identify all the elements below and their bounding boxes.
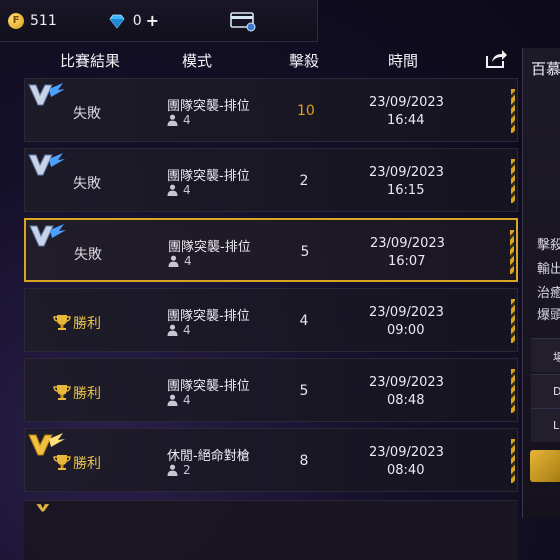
match-time: 08:40 [387, 463, 425, 478]
match-row[interactable]: 失敗 團隊突襲-排位 4 2 23/09/2023 16:15 [24, 148, 518, 212]
team-size: 4 [167, 323, 191, 337]
match-mode: 休閒-絕命對槍 [167, 449, 250, 464]
match-result: 失敗 [73, 106, 101, 122]
person-icon [167, 184, 178, 196]
match-kills: 8 [299, 453, 309, 469]
gold-coin-icon: F [8, 12, 24, 29]
match-date: 23/09/2023 [370, 236, 445, 251]
row-accent-stripe [510, 230, 514, 274]
column-kills: 擊殺 [289, 51, 320, 70]
trophy-icon [53, 315, 71, 330]
row-accent-stripe [511, 159, 515, 203]
stat-kills-label: 擊殺 [537, 238, 560, 253]
match-kills: 4 [299, 313, 309, 329]
stat-headshot-label: 爆頭 [537, 308, 560, 323]
panel-row-1: 場 [531, 338, 560, 372]
row-accent-stripe [511, 439, 515, 483]
match-result: 勝利 [73, 316, 101, 332]
team-size: 2 [167, 463, 191, 477]
panel-action-button[interactable] [530, 450, 560, 482]
person-icon [167, 114, 178, 126]
team-size: 4 [167, 393, 191, 407]
match-row[interactable]: 失敗 團隊突襲-排位 4 5 23/09/2023 16:07 [24, 218, 518, 282]
person-icon [167, 394, 178, 406]
currency-bar: F 511 0 + [0, 0, 318, 42]
match-date: 23/09/2023 [369, 95, 444, 110]
match-detail-panel: 百慕 擊殺 輸出 治癒 爆頭 場 D L [522, 48, 560, 518]
panel-row-2: D [531, 374, 560, 408]
match-time: 16:07 [388, 254, 426, 269]
match-result: 失敗 [74, 247, 102, 263]
match-result: 失敗 [73, 176, 101, 192]
row-accent-stripe [511, 89, 515, 133]
match-time: 16:15 [387, 183, 425, 198]
team-size-value: 4 [184, 254, 192, 268]
person-icon [168, 255, 179, 267]
team-size-value: 4 [183, 113, 191, 127]
team-size: 4 [168, 254, 192, 268]
match-result: 勝利 [73, 456, 101, 472]
match-mode: 團隊突襲-排位 [167, 309, 250, 324]
match-mode: 團隊突襲-排位 [167, 169, 250, 184]
silver-rank-badge-icon [29, 224, 66, 247]
team-size: 4 [167, 183, 191, 197]
match-kills: 2 [299, 173, 309, 189]
rank-badge-icon [36, 504, 50, 512]
match-date: 23/09/2023 [369, 375, 444, 390]
card-icon[interactable] [229, 10, 257, 32]
match-date: 23/09/2023 [369, 445, 444, 460]
stat-damage-label: 輸出 [537, 262, 560, 277]
match-row[interactable]: 勝利 休閒-絕命對槍 2 8 23/09/2023 08:40 [24, 428, 518, 492]
stat-heal-label: 治癒 [537, 286, 560, 301]
list-item-partial[interactable] [24, 500, 518, 560]
row-accent-stripe [511, 299, 515, 343]
match-date: 23/09/2023 [369, 305, 444, 320]
match-kills: 5 [299, 383, 309, 399]
silver-rank-badge-icon [28, 153, 65, 176]
team-size-value: 4 [183, 393, 191, 407]
match-kills: 5 [300, 244, 310, 260]
row-accent-stripe [511, 369, 515, 413]
trophy-icon [53, 385, 71, 400]
silver-rank-badge-icon [28, 83, 65, 106]
match-date: 23/09/2023 [369, 165, 444, 180]
match-result: 勝利 [73, 386, 101, 402]
diamond-icon [109, 14, 125, 29]
person-icon [167, 324, 178, 336]
share-icon[interactable] [484, 48, 508, 70]
match-row[interactable]: 勝利 團隊突襲-排位 4 4 23/09/2023 09:00 [24, 288, 518, 352]
diamond-balance: 0 [132, 12, 142, 29]
person-icon [167, 464, 178, 476]
panel-row-3: L [531, 408, 560, 442]
match-row[interactable]: 失敗 團隊突襲-排位 4 10 23/09/2023 16:44 [24, 78, 518, 142]
column-result: 比賽結果 [60, 51, 121, 70]
match-time: 16:44 [387, 113, 425, 128]
coin-balance: 511 [30, 12, 57, 29]
match-kills: 10 [297, 103, 315, 119]
team-size-value: 4 [183, 323, 191, 337]
column-mode: 模式 [182, 51, 213, 70]
panel-title: 百慕 [531, 60, 560, 78]
team-size-value: 2 [183, 463, 191, 477]
match-mode: 團隊突襲-排位 [167, 379, 250, 394]
match-mode: 團隊突襲-排位 [167, 99, 250, 114]
trophy-icon [53, 455, 71, 470]
match-row[interactable]: 勝利 團隊突襲-排位 4 5 23/09/2023 08:48 [24, 358, 518, 422]
add-diamonds-button[interactable]: + [146, 11, 159, 30]
match-time: 08:48 [387, 393, 425, 408]
team-size-value: 4 [183, 183, 191, 197]
column-time: 時間 [388, 51, 419, 70]
match-history-header: 比賽結果 模式 擊殺 時間 [26, 44, 516, 76]
match-time: 09:00 [387, 323, 425, 338]
match-mode: 團隊突襲-排位 [168, 240, 251, 255]
team-size: 4 [167, 113, 191, 127]
